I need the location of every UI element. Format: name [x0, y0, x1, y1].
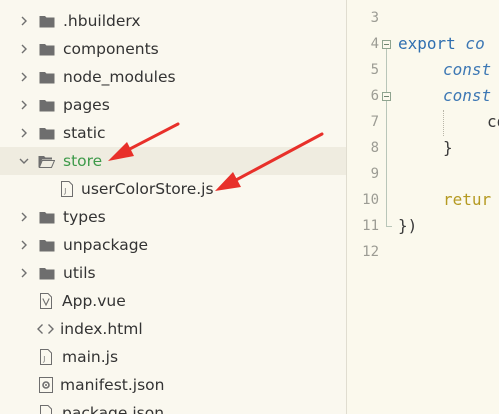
svg-text:J: J [42, 355, 45, 363]
folder-icon [38, 265, 55, 282]
tree-item-hbuilderx[interactable]: .hbuilderx [0, 7, 346, 35]
chevron-right-icon[interactable] [18, 71, 30, 83]
folder-icon [38, 209, 55, 226]
line-number: 7 [370, 114, 379, 130]
folder-icon [38, 237, 55, 254]
code-editor[interactable]: 3 4 5 6 7 8 9 10 11 12 export co const c… [347, 0, 499, 414]
folder-icon [38, 41, 55, 58]
code-line-4: export co [398, 31, 485, 57]
tree-item-label: unpackage [63, 236, 149, 254]
tree-item-package-json[interactable]: package.json [0, 399, 346, 414]
line-number: 12 [362, 244, 379, 260]
svg-text:J: J [63, 187, 66, 195]
code-line-10: retur [443, 187, 491, 213]
line-number: 4 [370, 36, 379, 52]
line-number: 3 [370, 10, 379, 26]
tree-item-manifest-json[interactable]: manifest.json [0, 371, 346, 399]
tree-item-label: App.vue [62, 292, 126, 310]
chevron-right-icon[interactable] [18, 127, 30, 139]
tree-item-label: userColorStore.js [81, 180, 214, 198]
line-number: 8 [370, 140, 379, 156]
code-text: co [487, 112, 499, 131]
line-number: 9 [370, 166, 379, 182]
tree-item-utils[interactable]: utils [0, 259, 346, 287]
tree-item-label: components [63, 40, 159, 58]
file-explorer: .hbuilderx components node_modules pages [0, 0, 346, 414]
tree-item-label: types [63, 208, 106, 226]
folder-icon [38, 69, 55, 86]
tree-item-user-color-store-js[interactable]: J userColorStore.js [0, 175, 346, 203]
tree-item-label: index.html [60, 320, 143, 338]
tree-item-label: .hbuilderx [63, 12, 141, 30]
folder-icon [38, 125, 55, 142]
tree-item-components[interactable]: components [0, 35, 346, 63]
code-line-11: }) [398, 213, 417, 239]
fold-toggle-icon[interactable] [382, 40, 391, 49]
line-number: 11 [362, 218, 379, 234]
tree-item-label: store [63, 152, 103, 170]
chevron-right-icon[interactable] [18, 99, 30, 111]
chevron-right-icon[interactable] [18, 15, 30, 27]
tree-item-node-modules[interactable]: node_modules [0, 63, 346, 91]
js-file-icon: J [37, 349, 54, 366]
code-text: } [443, 138, 453, 157]
tree-row-partial [0, 0, 346, 6]
tree-item-label: static [63, 124, 106, 142]
tree-item-index-html[interactable]: index.html [0, 315, 346, 343]
tree-item-app-vue[interactable]: App.vue [0, 287, 346, 315]
tree-item-label: pages [63, 96, 110, 114]
tree-item-pages[interactable]: pages [0, 91, 346, 119]
tree-item-label: node_modules [63, 68, 176, 86]
tree-item-types[interactable]: types [0, 203, 346, 231]
json-file-icon [37, 377, 54, 394]
code-line-8: } [443, 135, 453, 161]
js-file-icon: J [58, 181, 75, 198]
tree-item-label: package.json [62, 404, 165, 414]
chevron-right-icon[interactable] [18, 211, 30, 223]
line-number: 5 [370, 62, 379, 78]
html-file-icon [37, 321, 54, 338]
tree-item-main-js[interactable]: J main.js [0, 343, 346, 371]
code-line-7: co [487, 109, 499, 135]
fold-region-line [386, 44, 387, 226]
code-text: }) [398, 216, 418, 235]
chevron-right-icon[interactable] [18, 239, 30, 251]
code-identifier: co [455, 34, 485, 53]
folder-icon [38, 97, 55, 114]
folder-icon [38, 13, 55, 30]
code-keyword: const [443, 86, 492, 105]
folder-open-icon [38, 153, 55, 170]
line-number-gutter: 3 4 5 6 7 8 9 10 11 12 [347, 0, 381, 414]
line-number: 10 [362, 192, 379, 208]
fold-region-end [386, 226, 392, 227]
indent-guide [443, 110, 444, 136]
tree-item-unpackage[interactable]: unpackage [0, 231, 346, 259]
code-keyword: export [398, 34, 456, 53]
tree-item-label: utils [63, 264, 96, 282]
chevron-right-icon[interactable] [18, 43, 30, 55]
fold-toggle-icon[interactable] [382, 92, 391, 101]
tree-item-static[interactable]: static [0, 119, 346, 147]
file-icon [37, 405, 54, 414]
code-line-5: const [443, 57, 491, 83]
tree-item-store[interactable]: store [0, 147, 346, 175]
code-keyword: retur [443, 190, 492, 209]
chevron-down-icon[interactable] [18, 155, 30, 167]
code-line-6: const [443, 83, 491, 109]
line-number: 6 [370, 88, 379, 104]
code-keyword: const [443, 60, 492, 79]
vue-file-icon [37, 293, 54, 310]
tree-item-label: main.js [62, 348, 119, 366]
tree-item-label: manifest.json [60, 376, 165, 394]
chevron-right-icon[interactable] [18, 267, 30, 279]
